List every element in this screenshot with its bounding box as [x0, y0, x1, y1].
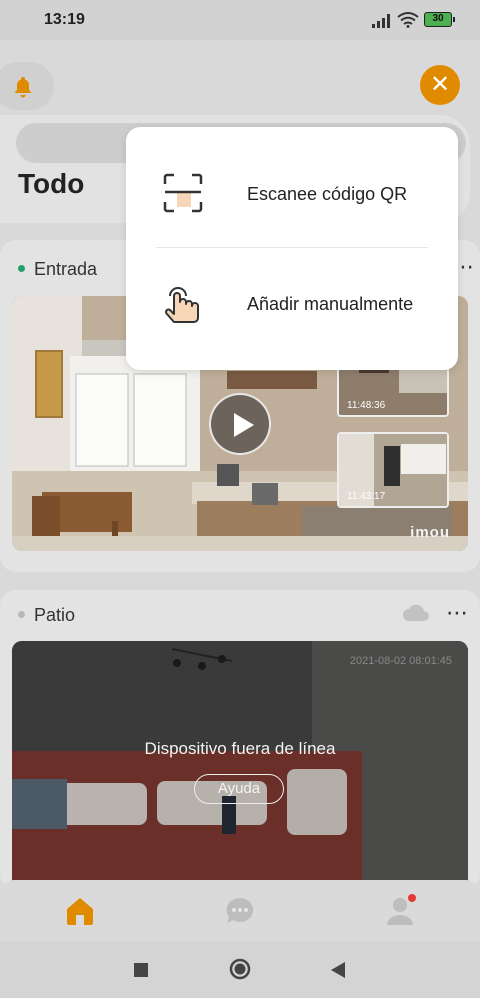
- cloud-icon[interactable]: [402, 603, 430, 623]
- group-title[interactable]: Todo: [18, 168, 84, 200]
- device-name[interactable]: Entrada: [34, 259, 97, 280]
- more-options-icon[interactable]: ⋯: [446, 600, 469, 626]
- bell-icon: [14, 77, 32, 98]
- notification-badge: [408, 894, 416, 902]
- play-button[interactable]: [209, 393, 271, 455]
- status-bar: 13:19 30: [0, 0, 480, 40]
- camera-timestamp: 2021-08-02 08:01:45: [349, 655, 452, 667]
- notifications-button[interactable]: [0, 62, 54, 110]
- home-icon[interactable]: [63, 894, 97, 928]
- battery-level: 30: [432, 13, 444, 24]
- message-icon[interactable]: [223, 894, 257, 928]
- profile-icon[interactable]: [383, 894, 417, 928]
- offline-message: Dispositivo fuera de línea: [144, 739, 336, 758]
- help-button[interactable]: Ayuda: [194, 774, 284, 804]
- camera-preview[interactable]: 2021-08-02 08:01:45 Dispositivo fuera de…: [12, 641, 468, 891]
- back-icon[interactable]: [330, 961, 346, 979]
- status-time: 13:19: [44, 11, 85, 28]
- device-name[interactable]: Patio: [34, 605, 75, 626]
- scan-qr-option[interactable]: Escanee código QR: [126, 139, 458, 249]
- menu-divider: [156, 247, 428, 248]
- camera-snapshot-image: [12, 641, 468, 891]
- add-device-menu: Escanee código QR Añadir manualmente: [126, 127, 458, 370]
- app-screen: 13:19 30 ✕ Todo Entrada ⋯ 11:48:36 11:43…: [0, 0, 480, 998]
- thumbnail-time: 11:48:36: [347, 400, 386, 411]
- system-navigation-bar: [0, 942, 480, 998]
- thumbnail-time: 11:43:17: [347, 491, 386, 502]
- signal-icon: [372, 14, 390, 28]
- brand-watermark: imou: [410, 524, 450, 541]
- wifi-icon: [397, 12, 419, 28]
- close-menu-button[interactable]: ✕: [420, 65, 460, 105]
- add-manually-option[interactable]: Añadir manualmente: [126, 249, 458, 359]
- online-status-dot: [18, 265, 25, 272]
- battery-icon: 30: [424, 12, 455, 27]
- qr-scan-icon: [163, 173, 203, 213]
- home-system-icon[interactable]: [229, 958, 251, 980]
- close-icon: ✕: [429, 71, 451, 98]
- add-manually-label: Añadir manualmente: [247, 294, 414, 314]
- hand-tap-icon: [165, 287, 199, 323]
- offline-status-dot: [18, 611, 25, 618]
- recent-apps-icon[interactable]: [133, 962, 149, 978]
- event-thumbnail[interactable]: 11:43:17: [337, 432, 449, 508]
- bottom-navigation: [0, 880, 480, 942]
- scan-qr-label: Escanee código QR: [247, 184, 408, 204]
